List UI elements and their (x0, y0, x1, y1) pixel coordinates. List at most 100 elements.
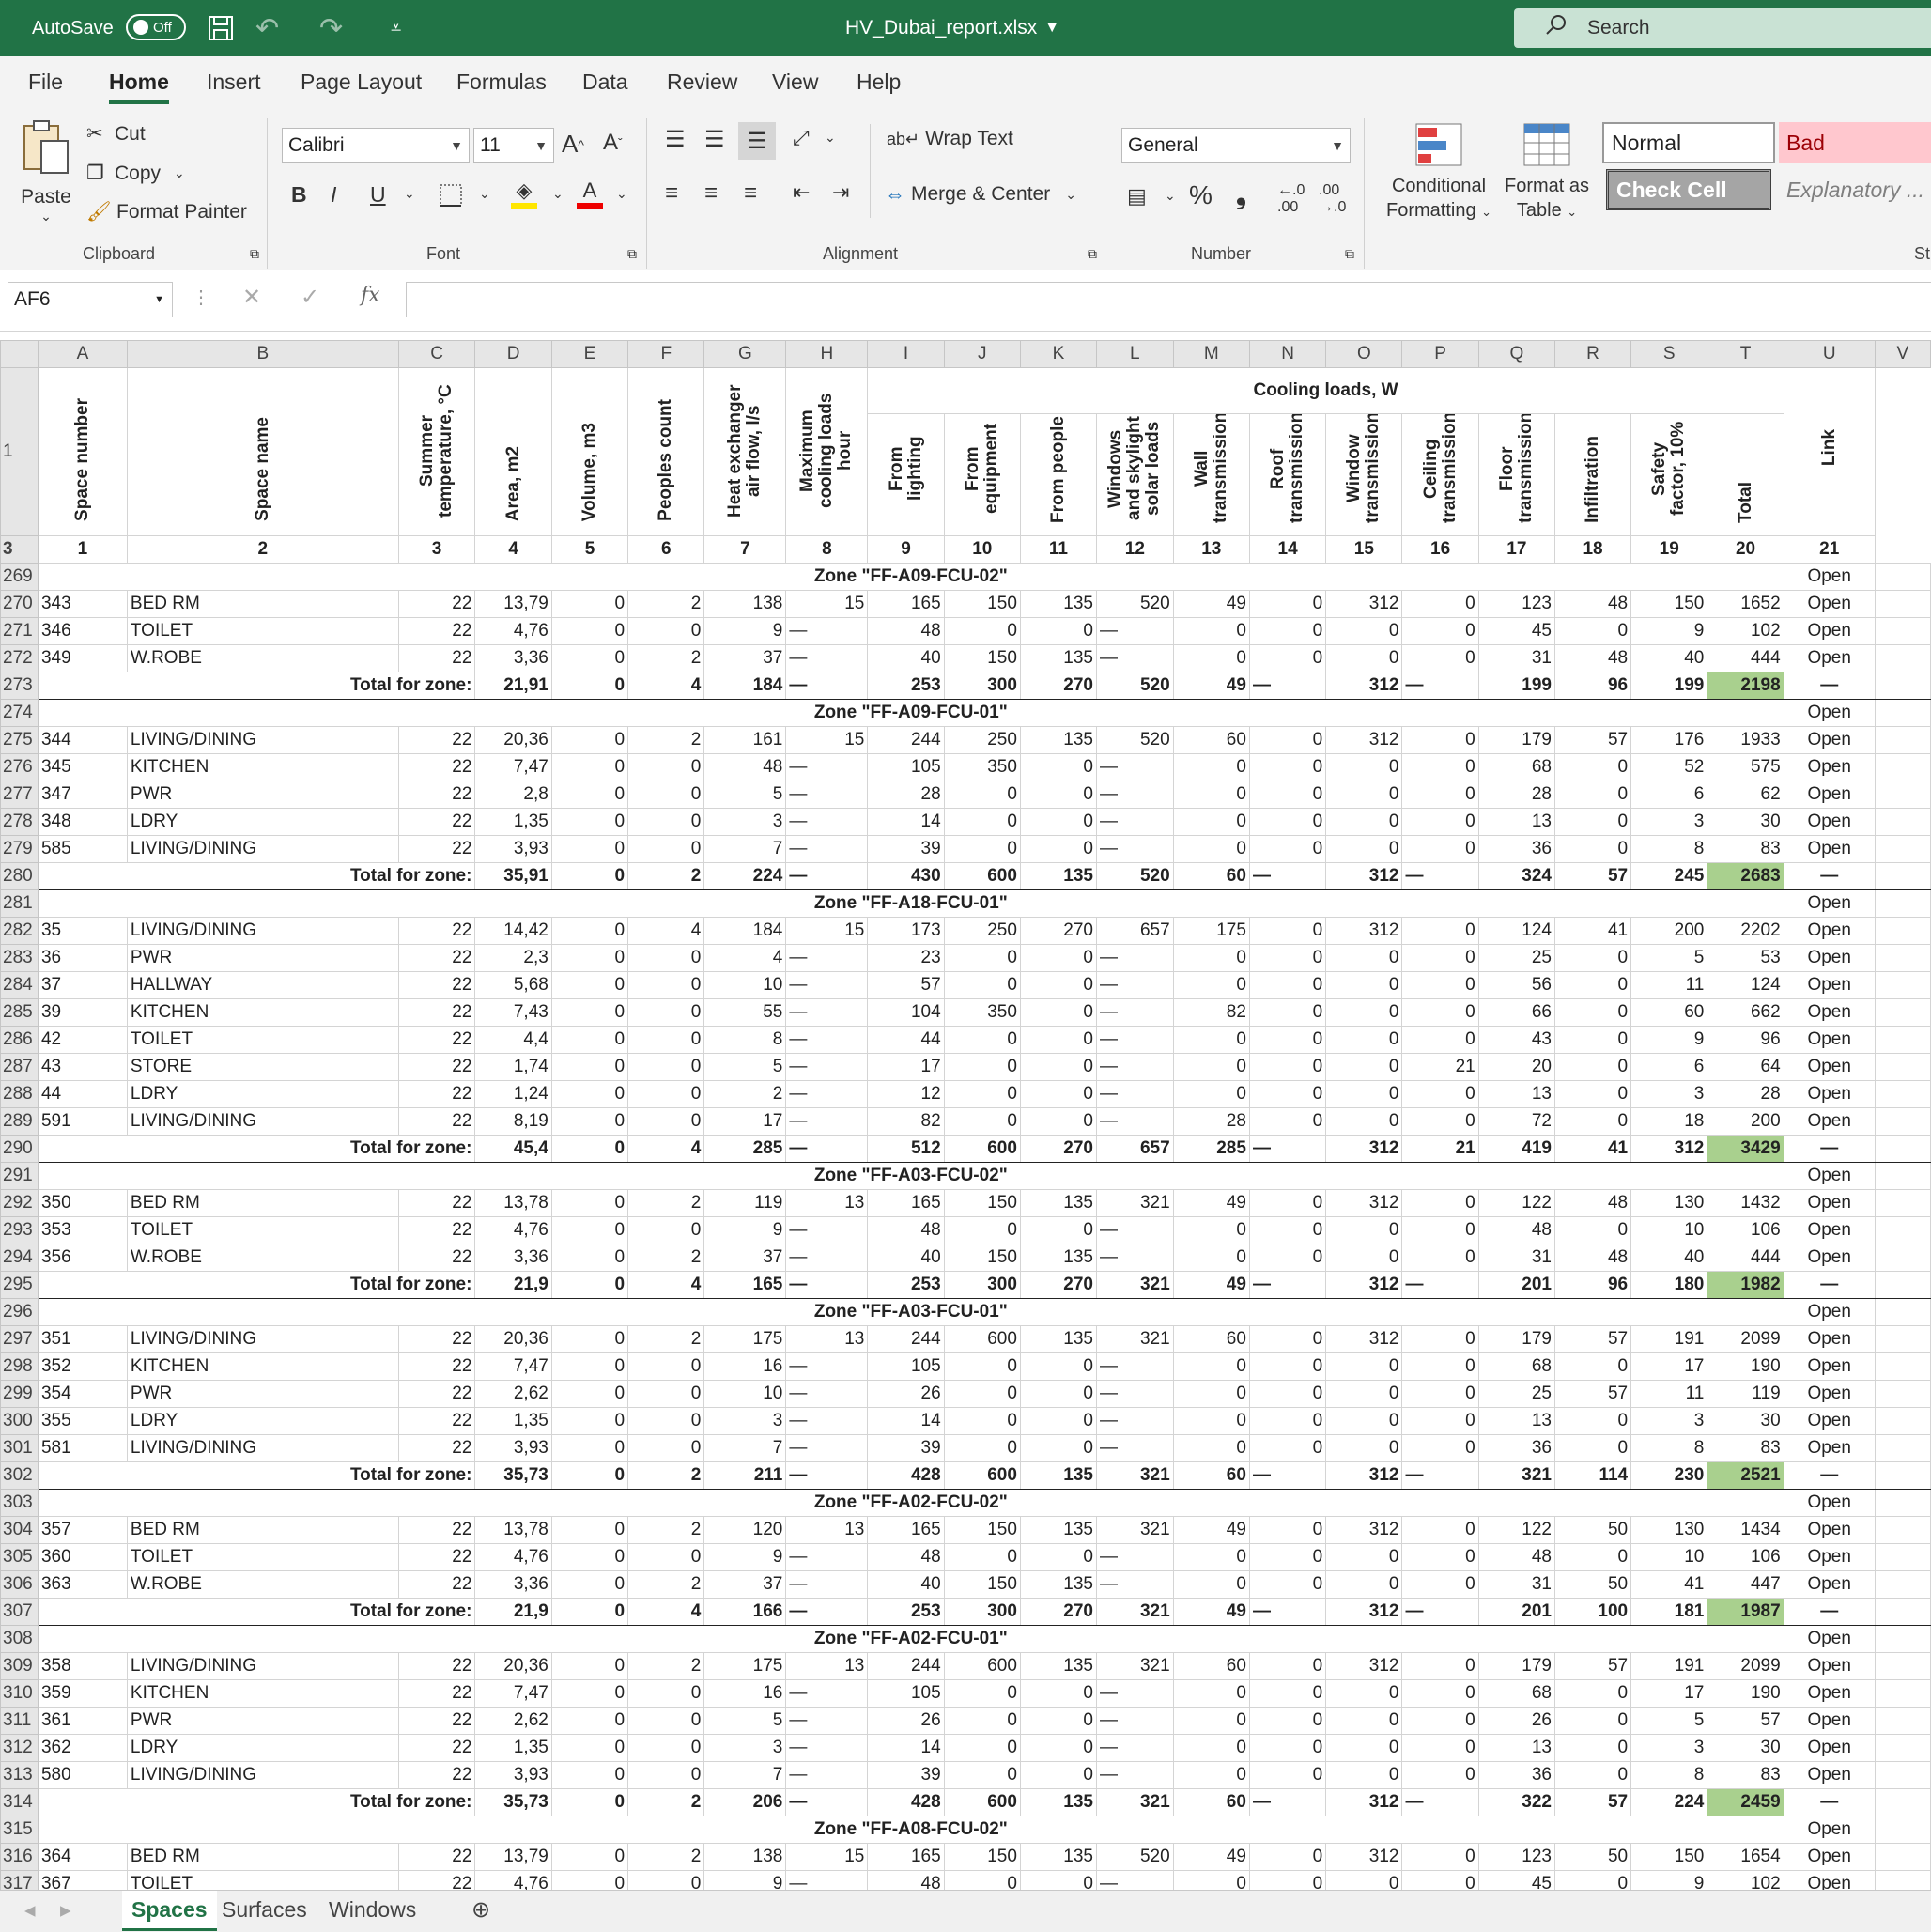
data-cell[interactable]: 8 (1630, 1761, 1708, 1789)
data-cell[interactable]: 13 (785, 1652, 869, 1680)
data-cell[interactable]: 0 (1325, 1107, 1403, 1136)
zone-title[interactable]: Zone "FF-A02-FCU-02" (37, 1489, 1784, 1517)
total-cell[interactable]: 2198 (1707, 672, 1784, 700)
data-cell[interactable]: 0 (1553, 1870, 1632, 1890)
link-cell[interactable]: Open (1783, 1434, 1876, 1462)
data-cell[interactable]: 150 (943, 1244, 1021, 1272)
data-cell[interactable]: 52 (1630, 753, 1708, 781)
data-cell[interactable]: 104 (867, 998, 945, 1027)
space-number-cell[interactable]: 36 (37, 944, 128, 972)
row-header[interactable]: 290 (0, 1135, 39, 1163)
data-cell[interactable]: 57 (1707, 1707, 1784, 1735)
link-cell[interactable]: Open (1783, 699, 1876, 727)
autosave-toggle[interactable]: Off (126, 14, 186, 40)
data-cell[interactable]: 0 (1401, 998, 1479, 1027)
data-cell[interactable]: 0 (1325, 998, 1403, 1027)
data-cell[interactable]: 22 (397, 1843, 476, 1871)
data-cell[interactable]: 150 (943, 1843, 1021, 1871)
data-cell[interactable]: 22 (397, 1407, 476, 1435)
data-cell[interactable]: — (785, 1026, 869, 1054)
data-cell[interactable]: 123 (1477, 590, 1556, 618)
chevron-down-icon[interactable]: ⌄ (616, 186, 627, 202)
data-cell[interactable]: 0 (550, 1543, 629, 1571)
data-cell[interactable]: 0 (1248, 971, 1327, 999)
column-header-p[interactable]: P (1401, 340, 1479, 368)
row-header[interactable]: 274 (0, 699, 39, 727)
data-cell[interactable]: 36 (1477, 1761, 1556, 1789)
data-cell[interactable]: 0 (1172, 808, 1250, 836)
total-cell[interactable]: 520 (1096, 672, 1174, 700)
zone-title[interactable]: Zone "FF-A03-FCU-01" (37, 1298, 1784, 1326)
link-cell[interactable]: Open (1783, 1189, 1876, 1217)
data-cell[interactable]: 0 (943, 1734, 1021, 1762)
data-cell[interactable]: 0 (1401, 1216, 1479, 1244)
data-cell[interactable]: 0 (1325, 1080, 1403, 1108)
total-cell[interactable]: — (1783, 1598, 1876, 1626)
grow-font-icon[interactable]: A ^ (562, 130, 584, 159)
data-cell[interactable]: 5 (703, 1707, 787, 1735)
data-cell[interactable]: 2,8 (474, 781, 552, 809)
space-name-cell[interactable]: LIVING/DINING (126, 1107, 399, 1136)
data-cell[interactable]: 0 (550, 1761, 629, 1789)
total-cell[interactable]: 60 (1172, 862, 1250, 890)
data-cell[interactable]: 0 (943, 808, 1021, 836)
empty-cell[interactable] (1874, 1652, 1931, 1680)
data-cell[interactable]: 520 (1096, 590, 1174, 618)
data-cell[interactable]: 0 (1248, 1434, 1327, 1462)
data-cell[interactable]: 175 (1172, 917, 1250, 945)
data-cell[interactable]: 17 (1630, 1679, 1708, 1708)
data-cell[interactable]: 2202 (1707, 917, 1784, 945)
data-cell[interactable]: — (1096, 617, 1174, 645)
space-number-cell[interactable]: 580 (37, 1761, 128, 1789)
space-number-cell[interactable]: 352 (37, 1352, 128, 1381)
data-cell[interactable]: 0 (1019, 1407, 1098, 1435)
data-cell[interactable]: — (1096, 1707, 1174, 1735)
space-number-cell[interactable]: 351 (37, 1325, 128, 1353)
total-cell[interactable]: 0 (550, 1598, 629, 1626)
data-cell[interactable]: — (1096, 1434, 1174, 1462)
space-name-cell[interactable]: LIVING/DINING (126, 1325, 399, 1353)
total-cell[interactable]: 312 (1325, 672, 1403, 700)
space-name-cell[interactable]: PWR (126, 944, 399, 972)
space-number-cell[interactable]: 347 (37, 781, 128, 809)
data-cell[interactable]: 0 (1248, 1652, 1327, 1680)
total-cell[interactable]: 312 (1325, 1135, 1403, 1163)
empty-cell[interactable] (1874, 1570, 1931, 1599)
data-cell[interactable]: 83 (1707, 1434, 1784, 1462)
data-cell[interactable]: 0 (1325, 1026, 1403, 1054)
data-cell[interactable]: 0 (1172, 1679, 1250, 1708)
data-cell[interactable]: 662 (1707, 998, 1784, 1027)
data-cell[interactable]: 14,42 (474, 917, 552, 945)
total-cell[interactable]: 600 (943, 1788, 1021, 1816)
data-cell[interactable]: 1434 (1707, 1516, 1784, 1544)
data-cell[interactable]: 0 (1325, 1434, 1403, 1462)
total-cell[interactable]: 201 (1477, 1271, 1556, 1299)
align-right-icon[interactable]: ≡ (744, 180, 757, 207)
data-cell[interactable]: 37 (703, 1570, 787, 1599)
data-cell[interactable]: — (785, 998, 869, 1027)
data-cell[interactable]: 8 (1630, 835, 1708, 863)
data-cell[interactable]: 312 (1325, 1843, 1403, 1871)
data-cell[interactable]: 9 (703, 617, 787, 645)
data-cell[interactable]: 244 (867, 1652, 945, 1680)
empty-cell[interactable] (1874, 1761, 1931, 1789)
data-cell[interactable]: 119 (703, 1189, 787, 1217)
data-cell[interactable]: 0 (550, 644, 629, 672)
total-cell[interactable]: 285 (1172, 1135, 1250, 1163)
total-label[interactable]: Total for zone: (37, 672, 476, 700)
data-cell[interactable]: — (1096, 1080, 1174, 1108)
data-cell[interactable]: 444 (1707, 1244, 1784, 1272)
data-cell[interactable]: 40 (1630, 1244, 1708, 1272)
total-cell[interactable]: — (785, 672, 869, 700)
total-cell[interactable]: — (1783, 1135, 1876, 1163)
total-cell[interactable]: 0 (550, 1135, 629, 1163)
data-cell[interactable]: 20,36 (474, 1325, 552, 1353)
data-cell[interactable]: 66 (1477, 998, 1556, 1027)
file-title[interactable]: HV_Dubai_report.xlsx ▼ (845, 0, 1059, 56)
row-header[interactable]: 286 (0, 1026, 39, 1054)
total-cell[interactable]: — (785, 1271, 869, 1299)
data-cell[interactable]: 22 (397, 1189, 476, 1217)
link-cell[interactable]: Open (1783, 590, 1876, 618)
sheet-tab-spaces[interactable]: Spaces (122, 1891, 217, 1931)
data-cell[interactable]: 0 (1401, 1707, 1479, 1735)
